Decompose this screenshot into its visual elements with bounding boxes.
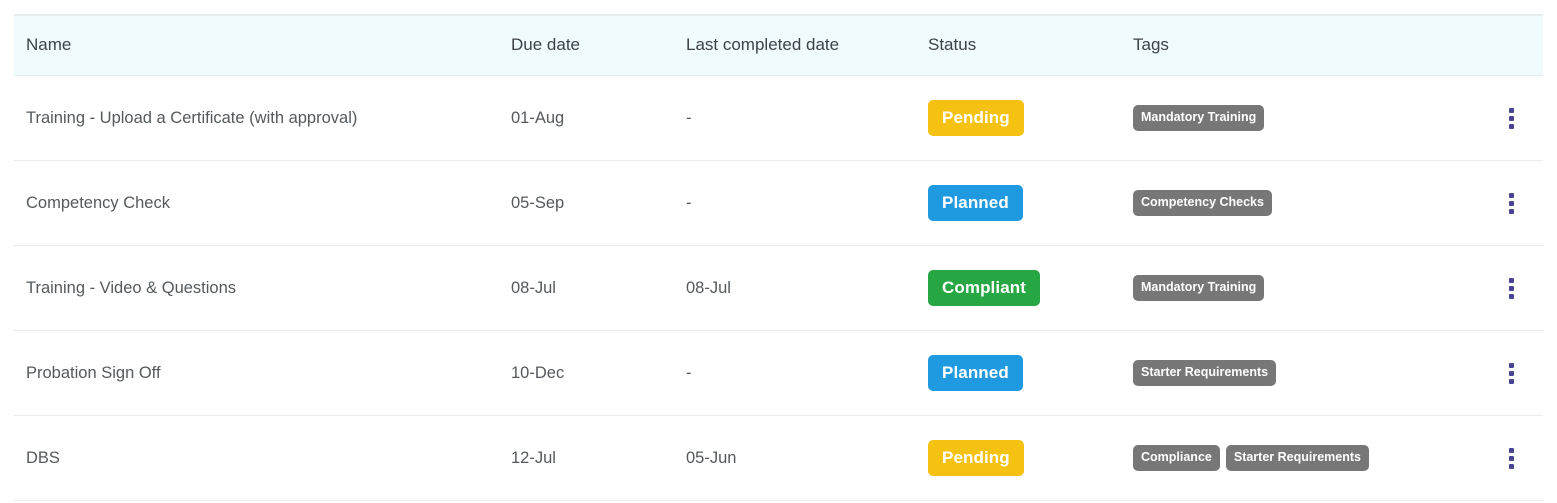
kebab-menu-icon[interactable] xyxy=(1501,359,1521,387)
table-row[interactable]: DBS 12-Jul 05-Jun Pending Compliance Sta… xyxy=(14,415,1543,501)
cell-name: Training - Upload a Certificate (with ap… xyxy=(14,75,511,161)
tag-pill: Starter Requirements xyxy=(1225,445,1369,471)
cell-name: Competency Check xyxy=(14,160,511,246)
status-badge: Planned xyxy=(928,185,1023,221)
cell-tags: Mandatory Training xyxy=(1133,75,1478,161)
column-header-last-completed-date[interactable]: Last completed date xyxy=(686,14,928,76)
status-badge: Planned xyxy=(928,355,1023,391)
cell-last-completed-date: - xyxy=(686,75,928,161)
kebab-menu-icon[interactable] xyxy=(1501,274,1521,302)
cell-actions xyxy=(1478,330,1543,416)
table-header: Name Due date Last completed date Status… xyxy=(14,14,1543,76)
status-badge: Pending xyxy=(928,440,1024,476)
kebab-menu-icon[interactable] xyxy=(1501,189,1521,217)
cell-status: Compliant xyxy=(928,245,1133,331)
tag-pill: Competency Checks xyxy=(1133,190,1272,216)
cell-status: Planned xyxy=(928,160,1133,246)
column-header-due-date[interactable]: Due date xyxy=(511,14,686,76)
cell-last-completed-date: - xyxy=(686,160,928,246)
tag-list: Mandatory Training xyxy=(1133,105,1478,131)
cell-actions xyxy=(1478,75,1543,161)
cell-actions xyxy=(1478,160,1543,246)
cell-status: Pending xyxy=(928,415,1133,501)
column-header-actions xyxy=(1478,14,1543,76)
column-header-name[interactable]: Name xyxy=(14,14,511,76)
status-badge: Compliant xyxy=(928,270,1041,306)
kebab-menu-icon[interactable] xyxy=(1501,444,1521,472)
tag-pill: Mandatory Training xyxy=(1133,275,1265,301)
status-badge: Pending xyxy=(928,100,1024,136)
cell-name: Probation Sign Off xyxy=(14,330,511,416)
cell-due-date: 08-Jul xyxy=(511,245,686,331)
cell-actions xyxy=(1478,245,1543,331)
cell-due-date: 05-Sep xyxy=(511,160,686,246)
table-row[interactable]: Competency Check 05-Sep - Planned Compet… xyxy=(14,160,1543,246)
cell-due-date: 12-Jul xyxy=(511,415,686,501)
tag-list: Mandatory Training xyxy=(1133,275,1478,301)
cell-due-date: 10-Dec xyxy=(511,330,686,416)
cell-actions xyxy=(1478,415,1543,501)
cell-last-completed-date: 05-Jun xyxy=(686,415,928,501)
table-row[interactable]: Probation Sign Off 10-Dec - Planned Star… xyxy=(14,330,1543,416)
cell-due-date: 01-Aug xyxy=(511,75,686,161)
cell-tags: Mandatory Training xyxy=(1133,245,1478,331)
kebab-menu-icon[interactable] xyxy=(1501,104,1521,132)
column-header-status[interactable]: Status xyxy=(928,14,1133,76)
tag-pill: Starter Requirements xyxy=(1133,360,1277,386)
tag-pill: Mandatory Training xyxy=(1133,105,1265,131)
tag-list: Compliance Starter Requirements xyxy=(1133,445,1478,471)
cell-tags: Compliance Starter Requirements xyxy=(1133,415,1478,501)
cell-name: Training - Video & Questions xyxy=(14,245,511,331)
cell-tags: Starter Requirements xyxy=(1133,330,1478,416)
cell-tags: Competency Checks xyxy=(1133,160,1478,246)
tag-list: Competency Checks xyxy=(1133,190,1478,216)
compliance-table-container: Name Due date Last completed date Status… xyxy=(14,14,1543,501)
table-body: Training - Upload a Certificate (with ap… xyxy=(14,75,1543,501)
column-header-tags[interactable]: Tags xyxy=(1133,14,1478,76)
cell-last-completed-date: - xyxy=(686,330,928,416)
tag-pill: Compliance xyxy=(1133,445,1220,471)
cell-last-completed-date: 08-Jul xyxy=(686,245,928,331)
cell-status: Pending xyxy=(928,75,1133,161)
table-header-row: Name Due date Last completed date Status… xyxy=(14,14,1543,76)
tag-list: Starter Requirements xyxy=(1133,360,1478,386)
table-row[interactable]: Training - Upload a Certificate (with ap… xyxy=(14,75,1543,161)
compliance-table: Name Due date Last completed date Status… xyxy=(14,14,1543,501)
table-row[interactable]: Training - Video & Questions 08-Jul 08-J… xyxy=(14,245,1543,331)
cell-status: Planned xyxy=(928,330,1133,416)
cell-name: DBS xyxy=(14,415,511,501)
